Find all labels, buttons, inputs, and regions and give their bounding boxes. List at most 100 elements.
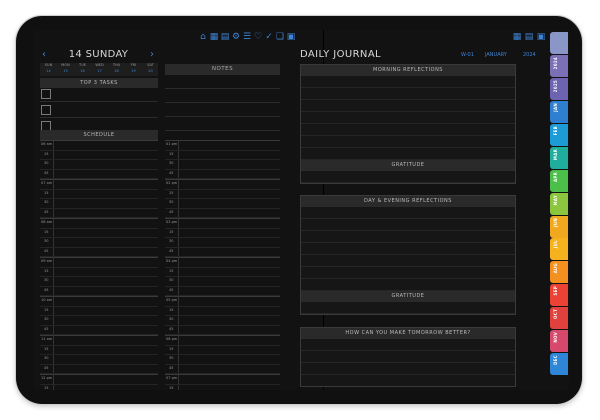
side-tab-sep[interactable]: SEP <box>550 284 568 307</box>
schedule-quarter-row[interactable]: 15 <box>40 267 158 277</box>
schedule-hour-row[interactable]: 09 am <box>40 257 158 268</box>
schedule-quarter-row[interactable]: 45 <box>165 325 280 335</box>
writing-line[interactable] <box>301 171 515 183</box>
writing-line[interactable] <box>301 124 515 136</box>
writing-line[interactable] <box>301 76 515 88</box>
schedule-hour-row[interactable]: 12 pm <box>40 374 158 385</box>
writing-line[interactable] <box>301 148 515 160</box>
side-tab-oct[interactable]: OCT <box>550 307 568 330</box>
task-row[interactable] <box>40 86 158 102</box>
schedule-hour-row[interactable]: 06 pm <box>165 335 280 346</box>
schedule-quarter-row[interactable]: 15 <box>40 345 158 355</box>
schedule-quarter-row[interactable]: 30 <box>40 316 158 326</box>
schedule-quarter-row[interactable]: 45 <box>40 169 158 179</box>
writing-line[interactable] <box>301 279 515 291</box>
prev-day-icon[interactable]: ‹ <box>42 49 46 60</box>
evening-reflections-box[interactable]: DAY & EVENING REFLECTIONS GRATITUDE <box>300 195 516 315</box>
schedule-hour-row[interactable]: 08 am <box>40 218 158 229</box>
month-link[interactable]: JANUARY <box>485 52 507 58</box>
schedule-quarter-row[interactable]: 45 <box>40 325 158 335</box>
writing-line[interactable] <box>301 267 515 279</box>
checklist-icon[interactable]: ✓ <box>264 32 274 42</box>
schedule-hour-row[interactable]: 04 pm <box>165 257 280 268</box>
week-date-link[interactable]: 15 <box>57 69 74 73</box>
side-tab-jan[interactable]: JAN <box>550 100 568 123</box>
side-tab-apr[interactable]: APR <box>550 169 568 192</box>
writing-line[interactable] <box>301 100 515 112</box>
home-icon[interactable]: ⌂ <box>198 32 208 42</box>
week-date-link[interactable]: 14 <box>40 69 57 73</box>
week-date-link[interactable]: 20 <box>142 69 159 73</box>
writing-line[interactable] <box>301 112 515 124</box>
side-tab-2025[interactable]: 2025 <box>550 77 568 100</box>
gear-icon[interactable]: ⚙ <box>231 32 241 42</box>
writing-line[interactable] <box>301 207 515 219</box>
schedule-quarter-row[interactable]: 15 <box>40 384 158 390</box>
schedule-quarter-row[interactable]: 15 <box>165 267 280 277</box>
schedule-hour-row[interactable]: 07 pm <box>165 374 280 385</box>
schedule-quarter-row[interactable]: 45 <box>165 208 280 218</box>
schedule-hour-row[interactable]: 01 pm <box>165 140 280 151</box>
writing-line[interactable] <box>301 339 515 351</box>
schedule-quarter-row[interactable]: 30 <box>40 238 158 248</box>
schedule-quarter-row[interactable]: 15 <box>165 150 280 160</box>
writing-line[interactable] <box>301 255 515 267</box>
schedule-quarter-row[interactable]: 30 <box>40 355 158 365</box>
grid-icon[interactable]: ▦ <box>512 32 522 42</box>
schedule-quarter-row[interactable]: 30 <box>40 199 158 209</box>
writing-line[interactable] <box>301 219 515 231</box>
task-checkbox[interactable] <box>41 105 51 115</box>
calendar-icon[interactable]: ▦ <box>209 32 219 42</box>
schedule-quarter-row[interactable]: 30 <box>165 199 280 209</box>
week-date-link[interactable]: 18 <box>108 69 125 73</box>
side-tab-2024[interactable]: 2024 <box>550 54 568 77</box>
side-tab-mar[interactable]: MAR <box>550 146 568 169</box>
schedule-quarter-row[interactable]: 15 <box>40 189 158 199</box>
week-link[interactable]: W-01 <box>461 52 474 58</box>
tomorrow-box[interactable]: HOW CAN YOU MAKE TOMORROW BETTER? <box>300 327 516 387</box>
schedule-quarter-row[interactable]: 30 <box>165 355 280 365</box>
schedule-hour-row[interactable]: 03 pm <box>165 218 280 229</box>
week-date-link[interactable]: 16 <box>74 69 91 73</box>
year-link[interactable]: 2024 <box>523 52 536 58</box>
side-tab-jul[interactable]: JUL <box>550 238 568 261</box>
writing-line[interactable] <box>301 88 515 100</box>
writing-line[interactable] <box>301 136 515 148</box>
side-tab-dec[interactable]: DEC <box>550 353 568 376</box>
schedule-hour-row[interactable]: 06 am <box>40 140 158 151</box>
schedule-quarter-row[interactable]: 45 <box>40 364 158 374</box>
writing-line[interactable] <box>301 351 515 363</box>
list-icon[interactable]: ☰ <box>242 32 252 42</box>
schedule-quarter-row[interactable]: 45 <box>165 364 280 374</box>
schedule-quarter-row[interactable]: 15 <box>165 189 280 199</box>
schedule-quarter-row[interactable]: 15 <box>165 384 280 390</box>
schedule-hour-row[interactable]: 07 am <box>40 179 158 190</box>
schedule-quarter-row[interactable]: 30 <box>165 277 280 287</box>
schedule-quarter-row[interactable]: 30 <box>165 160 280 170</box>
schedule-quarter-row[interactable]: 30 <box>40 160 158 170</box>
schedule-quarter-row[interactable]: 30 <box>165 238 280 248</box>
task-row[interactable] <box>40 102 158 118</box>
schedule-quarter-row[interactable]: 30 <box>40 277 158 287</box>
schedule-hour-row[interactable]: 02 pm <box>165 179 280 190</box>
schedule-quarter-row[interactable]: 45 <box>40 286 158 296</box>
task-checkbox[interactable] <box>41 89 51 99</box>
schedule-hour-row[interactable]: 05 pm <box>165 296 280 307</box>
grid-icon[interactable]: ▤ <box>220 32 230 42</box>
schedule-quarter-row[interactable]: 45 <box>165 247 280 257</box>
schedule-hour-row[interactable]: 11 am <box>40 335 158 346</box>
side-tab-may[interactable]: MAY <box>550 192 568 215</box>
schedule-quarter-row[interactable]: 45 <box>165 286 280 296</box>
writing-line[interactable] <box>301 363 515 375</box>
side-tab-aug[interactable]: AUG <box>550 261 568 284</box>
schedule-quarter-row[interactable]: 15 <box>40 150 158 160</box>
week-date-link[interactable]: 17 <box>91 69 108 73</box>
calendar-icon[interactable]: ▤ <box>524 32 534 42</box>
schedule-quarter-row[interactable]: 15 <box>40 306 158 316</box>
writing-line[interactable] <box>301 243 515 255</box>
side-tab-nov[interactable]: NOV <box>550 330 568 353</box>
writing-line[interactable] <box>301 302 515 314</box>
morning-reflections-box[interactable]: MORNING REFLECTIONS GRATITUDE <box>300 64 516 184</box>
notes-line[interactable] <box>165 116 280 117</box>
schedule-quarter-row[interactable]: 15 <box>165 306 280 316</box>
